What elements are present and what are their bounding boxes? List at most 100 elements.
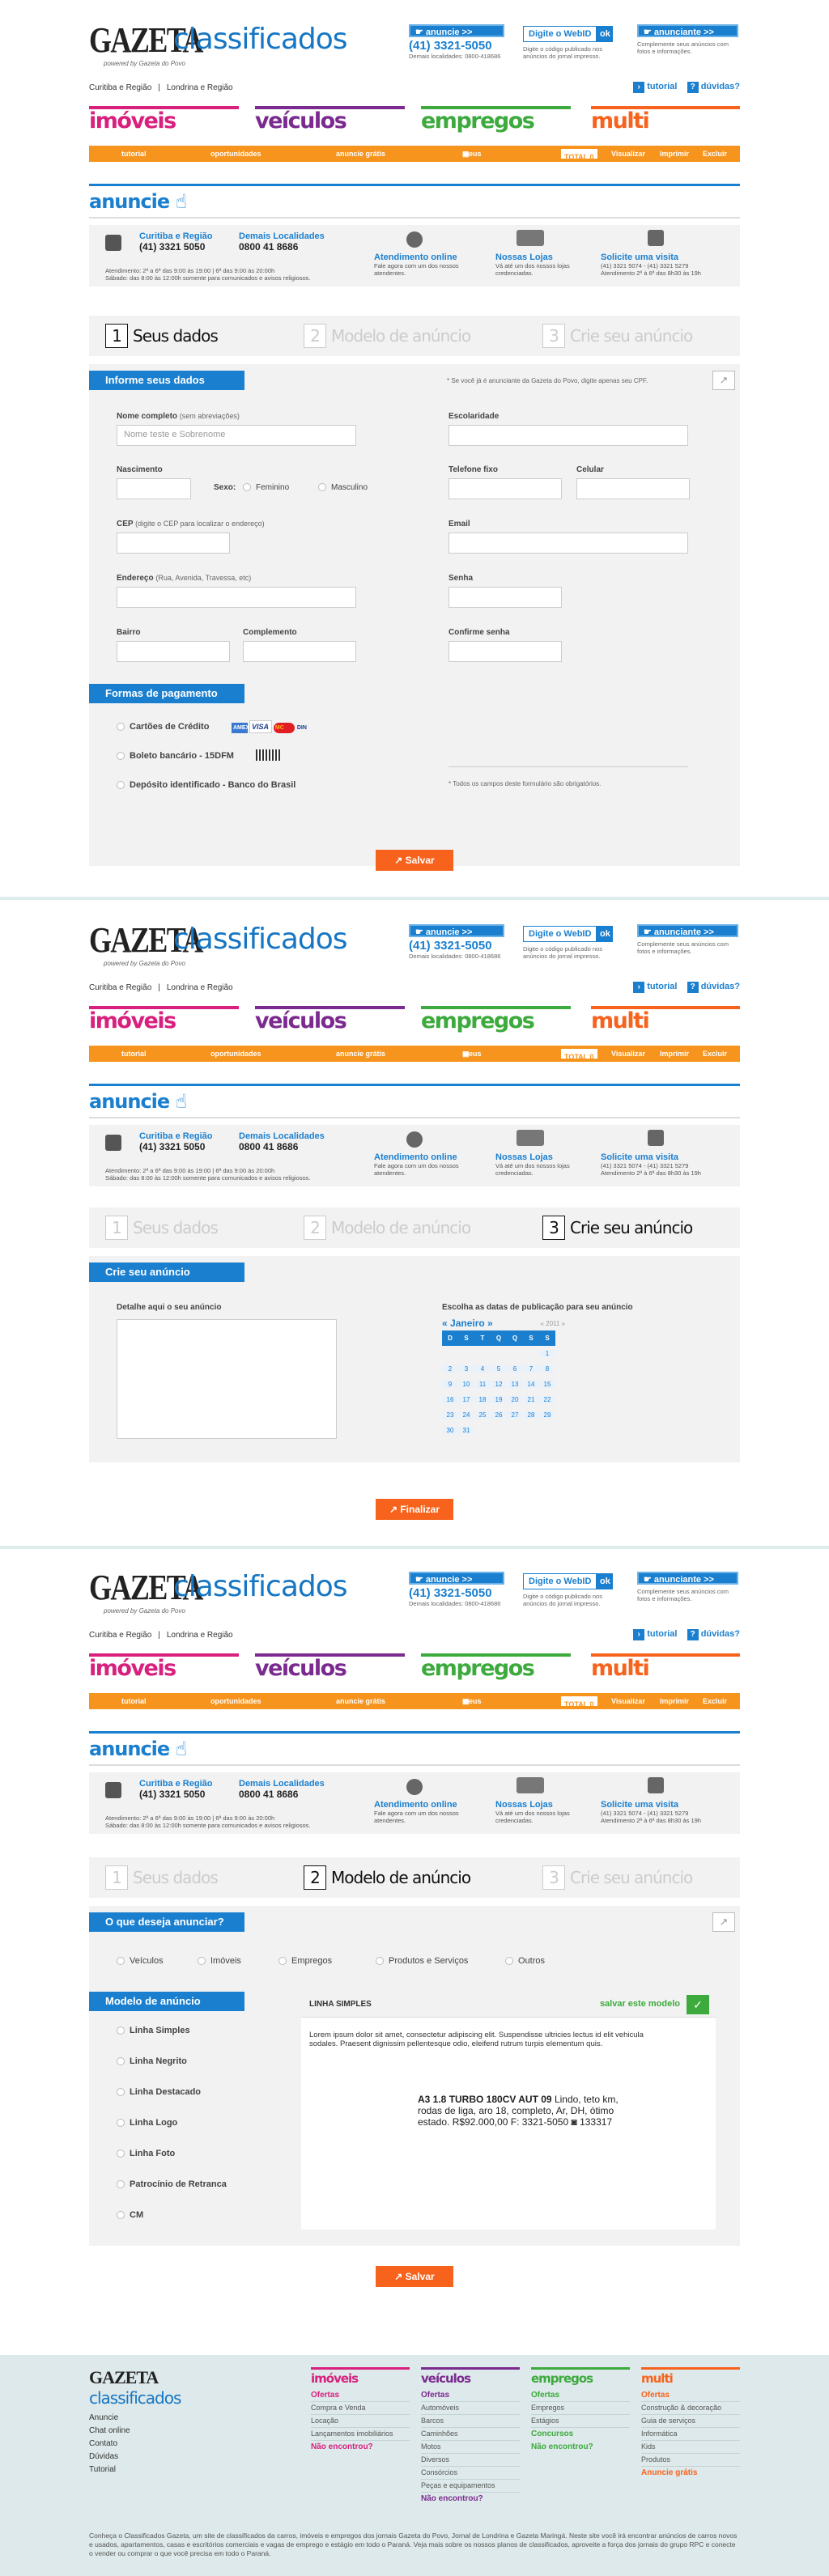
footer-col-extra[interactable]: Concursos bbox=[531, 2428, 630, 2441]
excluir-link[interactable]: Excluir bbox=[703, 1693, 727, 1709]
telefone-input[interactable] bbox=[449, 478, 562, 499]
celular-input[interactable] bbox=[576, 478, 690, 499]
calendar-day[interactable]: 20 bbox=[507, 1392, 523, 1407]
webid-ok-button[interactable]: ok bbox=[597, 926, 614, 942]
contact-visita[interactable]: Solicite uma visita (41) 3321 5074 - (41)… bbox=[601, 1152, 738, 1177]
webid-input[interactable]: Digite o WebID bbox=[523, 926, 597, 942]
pag-cartoes[interactable]: Cartões de Crédito bbox=[117, 722, 209, 732]
calendar-day[interactable]: 9 bbox=[442, 1377, 458, 1392]
calendar-day[interactable]: 27 bbox=[507, 1407, 523, 1423]
webid-ok-button[interactable]: ok bbox=[597, 26, 614, 42]
footer-link[interactable]: Tutorial bbox=[89, 2464, 130, 2476]
calendar-day[interactable]: 22 bbox=[539, 1392, 555, 1407]
modelo-2[interactable]: Linha Destacado bbox=[117, 2087, 201, 2097]
footer-col-item[interactable]: Locação bbox=[311, 2415, 410, 2428]
footer-link[interactable]: Dúvidas bbox=[89, 2451, 130, 2464]
contact-lojas[interactable]: Nossas Lojas Vá até um dos nossos lojas c… bbox=[495, 1800, 585, 1824]
category-0[interactable]: imóveis bbox=[89, 1006, 239, 1035]
visualizar-link[interactable]: Visualizar bbox=[611, 1693, 645, 1709]
calendar-day[interactable]: 28 bbox=[523, 1407, 539, 1423]
senha-input[interactable] bbox=[449, 587, 562, 608]
option-3[interactable]: Produtos e Serviços bbox=[376, 1956, 468, 1966]
footer-col-extra[interactable]: Não encontrou? bbox=[311, 2441, 410, 2454]
footer-col-item[interactable]: Empregos bbox=[531, 2402, 630, 2415]
endereco-input[interactable] bbox=[117, 587, 356, 608]
imprimir-link[interactable]: Imprimir bbox=[660, 1046, 689, 1062]
calendar-year[interactable]: « 2011 » bbox=[540, 1320, 565, 1327]
calendar-day[interactable]: 12 bbox=[491, 1377, 507, 1392]
city-londrina[interactable]: Londrina e Região bbox=[167, 983, 233, 992]
cep-input[interactable] bbox=[117, 533, 230, 554]
salvar-button[interactable]: ↗ Salvar bbox=[376, 2266, 453, 2287]
duvidas-link[interactable]: ? dúvidas? bbox=[687, 1629, 740, 1640]
webid-input[interactable]: Digite o WebID bbox=[523, 26, 597, 42]
option-0[interactable]: Veículos bbox=[117, 1956, 164, 1966]
calendar-day[interactable]: 6 bbox=[507, 1361, 523, 1377]
salvar-button[interactable]: ↗ Salvar bbox=[376, 850, 453, 871]
calendar-day[interactable]: 5 bbox=[491, 1361, 507, 1377]
footer-col-item[interactable]: Caminhões bbox=[421, 2428, 520, 2441]
calendar-day[interactable]: 29 bbox=[539, 1407, 555, 1423]
anuncie-button[interactable]: ☛ anuncie >> bbox=[409, 924, 504, 937]
webid-input[interactable]: Digite o WebID bbox=[523, 1573, 597, 1589]
footer-col-item[interactable]: Ofertas bbox=[311, 2389, 410, 2402]
email-input[interactable] bbox=[449, 533, 688, 554]
subnav-anuncie-gratis[interactable]: anuncie grátis bbox=[336, 146, 385, 162]
category-1[interactable]: veículos bbox=[255, 1653, 405, 1683]
calendar-day[interactable]: 26 bbox=[491, 1407, 507, 1423]
detalhe-textarea[interactable] bbox=[117, 1319, 337, 1439]
duvidas-link[interactable]: ? dúvidas? bbox=[687, 82, 740, 93]
pag-deposito[interactable]: Depósito identificado - Banco do Brasil bbox=[117, 780, 295, 790]
check-icon[interactable]: ✓ bbox=[687, 1995, 709, 2014]
contact-lojas[interactable]: Nossas Lojas Vá até um dos nossos lojas c… bbox=[495, 1152, 585, 1177]
calendar-day[interactable]: 8 bbox=[539, 1361, 555, 1377]
category-0[interactable]: imóveis bbox=[89, 1653, 239, 1683]
footer-col-item[interactable]: Motos bbox=[421, 2441, 520, 2454]
imprimir-link[interactable]: Imprimir bbox=[660, 1693, 689, 1709]
calendar-day[interactable]: 7 bbox=[523, 1361, 539, 1377]
footer-link[interactable]: Chat online bbox=[89, 2425, 130, 2438]
calendar-day[interactable]: 14 bbox=[523, 1377, 539, 1392]
footer-col-item[interactable]: Peças e equipamentos bbox=[421, 2480, 520, 2493]
modelo-5[interactable]: Patrocínio de Retranca bbox=[117, 2179, 227, 2189]
footer-link[interactable]: Contato bbox=[89, 2438, 130, 2451]
nascimento-input[interactable] bbox=[117, 478, 191, 499]
footer-col-title[interactable]: empregos bbox=[531, 2367, 630, 2386]
calendar-day[interactable]: 31 bbox=[458, 1423, 474, 1438]
footer-col-title[interactable]: multi bbox=[641, 2367, 740, 2386]
footer-col-item[interactable]: Consórcios bbox=[421, 2467, 520, 2480]
option-2[interactable]: Empregos bbox=[278, 1956, 332, 1966]
finalizar-button[interactable]: ↗ Finalizar bbox=[376, 1499, 453, 1520]
footer-col-item[interactable]: Lançamentos imobiliários bbox=[311, 2428, 410, 2441]
footer-col-extra[interactable]: Não encontrou? bbox=[531, 2441, 630, 2454]
calendar-day[interactable]: 30 bbox=[442, 1423, 458, 1438]
pag-boleto[interactable]: Boleto bancário - 15DFM bbox=[117, 751, 234, 761]
contact-lojas[interactable]: Nossas Lojas Vá até um dos nossos lojas c… bbox=[495, 253, 585, 277]
subnav-anuncie-gratis[interactable]: anuncie grátis bbox=[336, 1693, 385, 1709]
salvar-modelo-link[interactable]: salvar este modelo bbox=[600, 1999, 680, 2009]
tutorial-link[interactable]: › tutorial bbox=[633, 1629, 677, 1640]
complemento-input[interactable] bbox=[243, 641, 356, 662]
footer-col-item[interactable]: Estágios bbox=[531, 2415, 630, 2428]
calendar-day[interactable]: 11 bbox=[474, 1377, 491, 1392]
modelo-4[interactable]: Linha Foto bbox=[117, 2149, 175, 2158]
nome-input[interactable]: Nome teste e Sobrenome bbox=[117, 425, 356, 446]
city-londrina[interactable]: Londrina e Região bbox=[167, 1631, 233, 1640]
category-1[interactable]: veículos bbox=[255, 1006, 405, 1035]
category-2[interactable]: empregos bbox=[421, 106, 571, 135]
calendar-day[interactable]: 21 bbox=[523, 1392, 539, 1407]
calendar-day[interactable]: 24 bbox=[458, 1407, 474, 1423]
footer-col-item[interactable]: Ofertas bbox=[531, 2389, 630, 2402]
calendar-day[interactable]: 16 bbox=[442, 1392, 458, 1407]
radio-feminino[interactable]: Feminino bbox=[243, 483, 289, 492]
footer-col-item[interactable]: Informática bbox=[641, 2428, 740, 2441]
radio-masculino[interactable]: Masculino bbox=[318, 483, 368, 492]
category-1[interactable]: veículos bbox=[255, 106, 405, 135]
category-2[interactable]: empregos bbox=[421, 1006, 571, 1035]
calendar-day[interactable]: 23 bbox=[442, 1407, 458, 1423]
visualizar-link[interactable]: Visualizar bbox=[611, 1046, 645, 1062]
modelo-3[interactable]: Linha Logo bbox=[117, 2118, 177, 2128]
calendar-day[interactable]: 3 bbox=[458, 1361, 474, 1377]
calendar-day[interactable]: 15 bbox=[539, 1377, 555, 1392]
category-2[interactable]: empregos bbox=[421, 1653, 571, 1683]
